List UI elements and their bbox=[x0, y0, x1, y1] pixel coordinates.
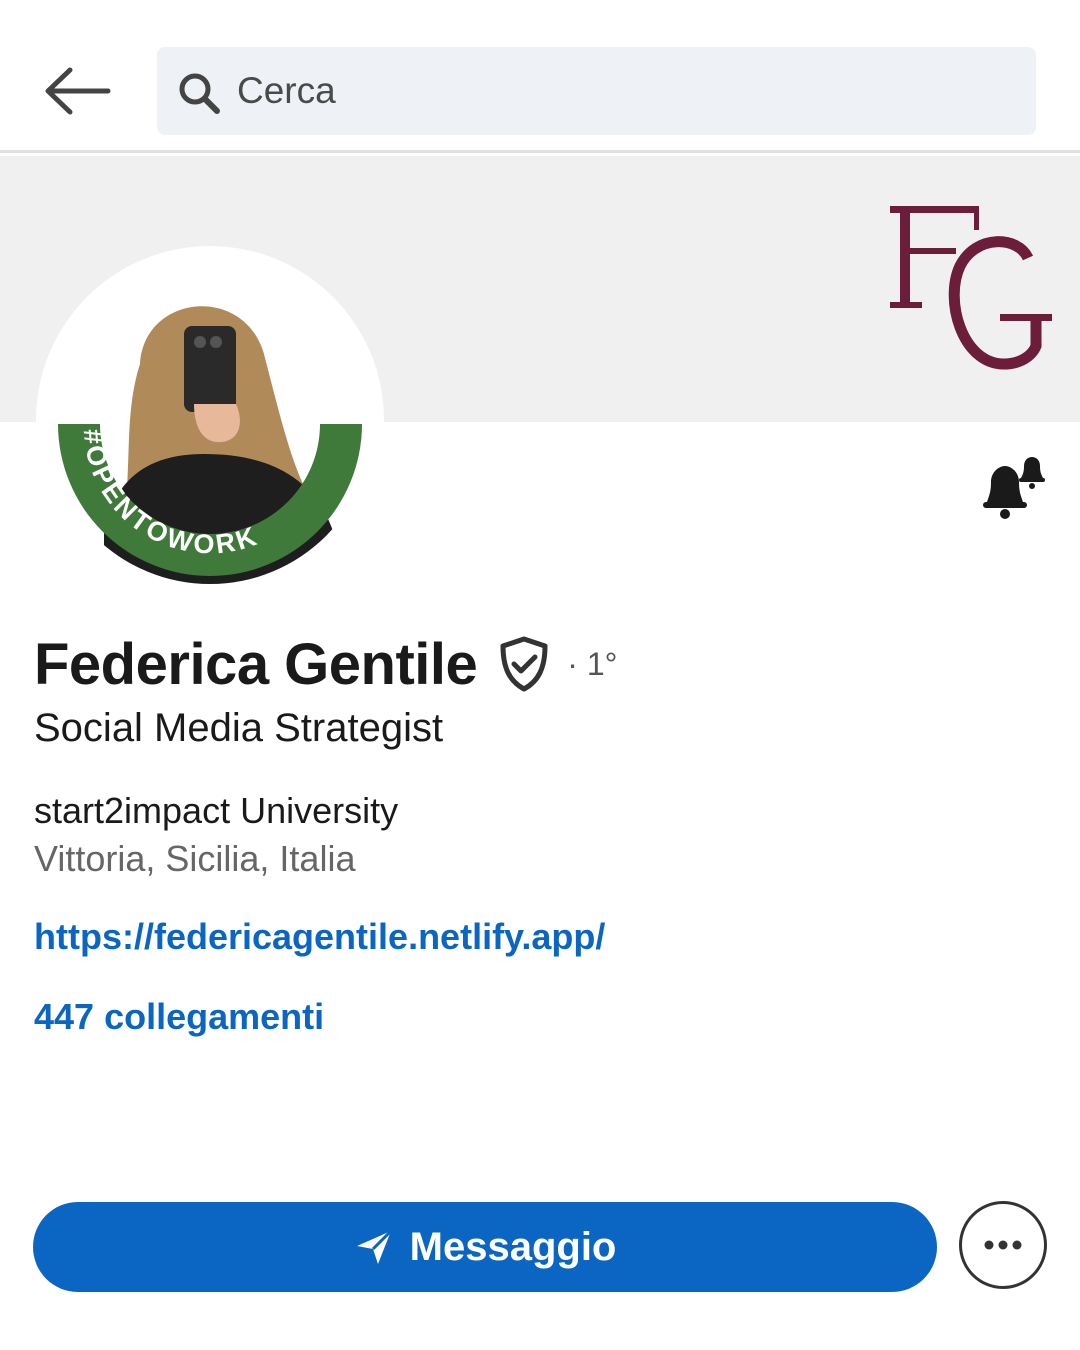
search-icon bbox=[179, 73, 220, 114]
message-button[interactable]: Messaggio bbox=[33, 1202, 937, 1292]
profile-location: Vittoria, Sicilia, Italia bbox=[34, 838, 356, 879]
connections-link[interactable]: 447 collegamenti bbox=[34, 996, 324, 1038]
profile-avatar[interactable]: #OPENTOWORK bbox=[36, 246, 384, 594]
back-button[interactable] bbox=[38, 58, 114, 126]
name-row: Federica Gentile · 1° bbox=[34, 628, 617, 700]
more-icon bbox=[984, 1240, 1022, 1250]
profile-organization: start2impact University bbox=[34, 790, 399, 831]
more-options-button[interactable] bbox=[959, 1201, 1047, 1289]
connection-degree: · 1° bbox=[567, 645, 618, 682]
verified-shield-icon[interactable] bbox=[497, 635, 551, 693]
message-button-label: Messaggio bbox=[409, 1224, 617, 1269]
profile-headline: Social Media Strategist bbox=[34, 706, 444, 750]
send-icon bbox=[356, 1229, 392, 1264]
back-arrow-icon bbox=[45, 67, 111, 115]
profile-website-link[interactable]: https://federicagentile.netlify.app/ bbox=[34, 916, 605, 958]
bell-icon bbox=[983, 457, 1045, 519]
search-input[interactable] bbox=[237, 63, 997, 119]
top-bar bbox=[0, 0, 1080, 153]
profile-name: Federica Gentile bbox=[34, 631, 478, 697]
fg-logo: FG bbox=[890, 206, 1052, 370]
notification-bell-button[interactable] bbox=[975, 452, 1055, 526]
search-bar[interactable] bbox=[157, 47, 1036, 135]
